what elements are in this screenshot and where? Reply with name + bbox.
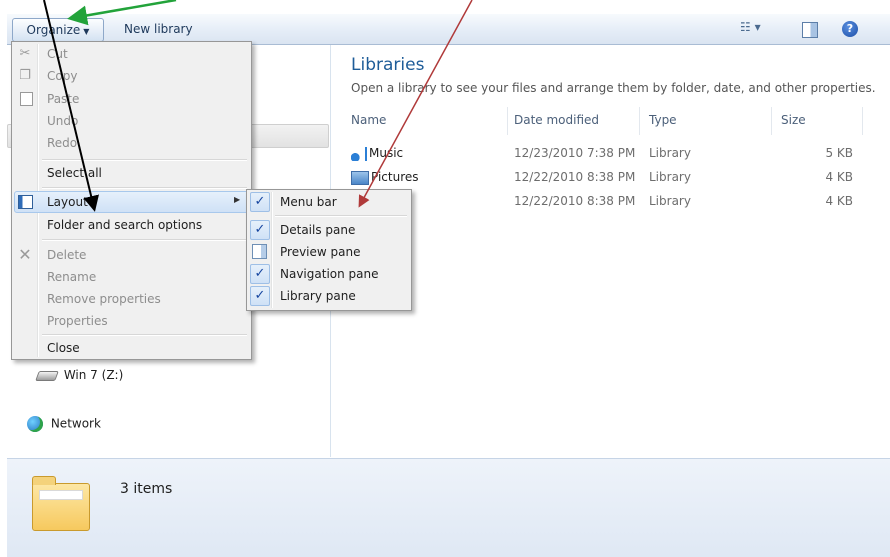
nav-item-network[interactable]: Network	[27, 416, 101, 432]
row-size: 4 KB	[825, 194, 853, 208]
menu-item-undo[interactable]: Undo	[47, 111, 78, 131]
menu-item-rename[interactable]: Rename	[47, 267, 96, 287]
menu-item-folder-options[interactable]: Folder and search options	[47, 215, 202, 235]
delete-icon: ✕	[18, 245, 32, 264]
nav-item-label: Win 7 (Z:)	[63, 368, 124, 382]
libraries-folder-icon	[32, 476, 90, 531]
menu-separator	[42, 334, 247, 336]
dropdown-arrow-icon: ▼	[83, 27, 90, 36]
table-row[interactable]: 12/22/2010 8:38 PM Library 4 KB	[351, 194, 871, 216]
column-header-date[interactable]: Date modified	[514, 113, 599, 127]
table-row[interactable]: Music 12/23/2010 7:38 PM Library 5 KB	[351, 146, 871, 168]
library-description: Open a library to see your files and arr…	[351, 81, 876, 95]
checkmark-icon: ✓	[250, 220, 270, 240]
layout-submenu: ✓ Menu bar ✓ Details pane Preview pane ✓…	[246, 189, 412, 311]
submenu-item-details-pane[interactable]: Details pane	[280, 220, 355, 240]
row-name-text: Music	[369, 146, 404, 160]
menu-item-select-all[interactable]: Select all	[47, 163, 102, 183]
drive-icon	[35, 370, 59, 381]
row-name-text: Pictures	[371, 170, 419, 184]
nav-item-label: Network	[50, 416, 101, 431]
submenu-item-library-pane[interactable]: Library pane	[280, 286, 356, 306]
row-type: Library	[649, 146, 691, 160]
copy-icon: ❐	[19, 68, 31, 83]
column-divider[interactable]	[507, 107, 508, 135]
organize-menu: ✂ Cut ❐ Copy Paste Undo Redo Select all …	[11, 41, 252, 360]
row-name: Pictures	[351, 170, 419, 185]
page-title: Libraries	[351, 55, 425, 75]
row-size: 5 KB	[825, 146, 853, 160]
menu-item-remove-properties[interactable]: Remove properties	[47, 289, 161, 309]
menu-item-layout[interactable]: Layout	[47, 192, 88, 212]
views-icon[interactable]: ☷ ▾	[740, 20, 776, 38]
row-type: Library	[649, 194, 691, 208]
details-pane: 3 items	[7, 458, 890, 557]
organize-label: Organize	[26, 23, 81, 37]
cut-icon: ✂	[19, 46, 31, 61]
menu-item-redo[interactable]: Redo	[47, 133, 77, 153]
column-header-name[interactable]: Name	[351, 113, 386, 127]
row-name: Music	[351, 146, 403, 161]
layout-icon	[18, 195, 33, 209]
checkmark-icon: ✓	[250, 192, 270, 212]
network-icon	[27, 416, 43, 432]
table-row[interactable]: Pictures 12/22/2010 8:38 PM Library 4 KB	[351, 170, 871, 192]
menu-gutter	[271, 192, 273, 308]
music-icon	[351, 146, 367, 161]
menu-item-paste[interactable]: Paste	[47, 89, 79, 109]
menu-separator	[42, 159, 247, 161]
item-count: 3 items	[120, 481, 173, 497]
row-date: 12/23/2010 7:38 PM	[514, 146, 636, 160]
menu-item-close[interactable]: Close	[47, 338, 80, 358]
menu-item-delete[interactable]: Delete	[47, 245, 86, 265]
column-divider[interactable]	[862, 107, 863, 135]
row-date: 12/22/2010 8:38 PM	[514, 170, 636, 184]
submenu-item-navigation-pane[interactable]: Navigation pane	[280, 264, 379, 284]
menu-separator	[42, 239, 247, 241]
nav-item-win7-drive[interactable]: Win 7 (Z:)	[35, 368, 124, 382]
menu-item-copy[interactable]: Copy	[47, 66, 77, 86]
menu-separator	[42, 187, 247, 189]
library-content: Libraries Open a library to see your fil…	[331, 45, 890, 457]
pictures-icon	[351, 170, 369, 185]
row-type: Library	[649, 170, 691, 184]
submenu-arrow-icon: ▶	[234, 195, 241, 204]
checkmark-icon: ✓	[250, 264, 270, 284]
new-library-button[interactable]: New library	[117, 18, 200, 40]
column-divider[interactable]	[771, 107, 772, 135]
column-divider[interactable]	[639, 107, 640, 135]
checkmark-icon: ✓	[250, 286, 270, 306]
column-header-type[interactable]: Type	[649, 113, 677, 127]
menu-item-cut[interactable]: Cut	[47, 44, 68, 64]
submenu-item-menu-bar[interactable]: Menu bar	[280, 192, 337, 212]
paste-icon	[20, 92, 33, 106]
preview-pane-icon	[252, 244, 267, 259]
help-icon[interactable]: ?	[842, 21, 858, 37]
row-size: 4 KB	[825, 170, 853, 184]
organize-button[interactable]: Organize ▼	[12, 18, 104, 42]
menu-item-properties[interactable]: Properties	[47, 311, 108, 331]
column-header-size[interactable]: Size	[781, 113, 806, 127]
submenu-item-preview-pane[interactable]: Preview pane	[280, 242, 360, 262]
preview-pane-icon[interactable]	[802, 22, 818, 38]
menu-separator	[275, 215, 407, 217]
row-date: 12/22/2010 8:38 PM	[514, 194, 636, 208]
